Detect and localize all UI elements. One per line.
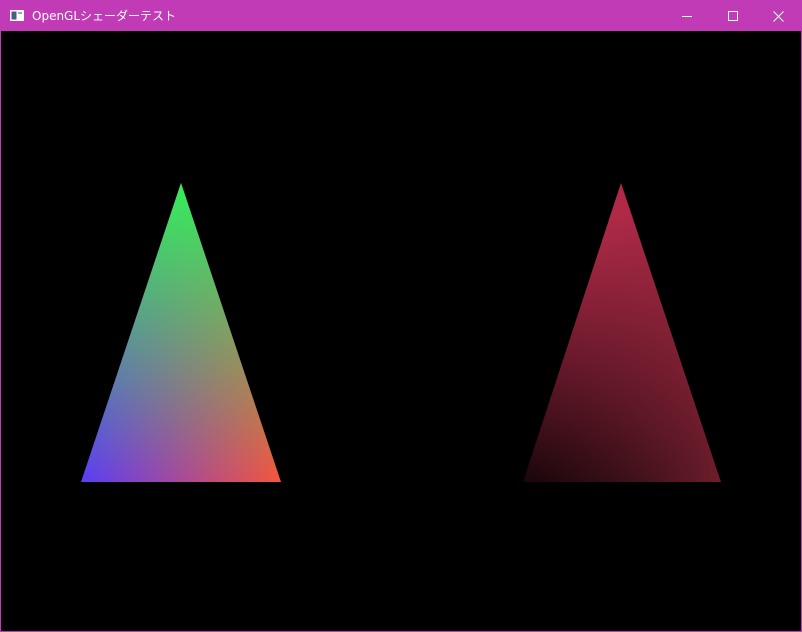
close-button[interactable] (755, 1, 801, 31)
triangle-canvas (81, 183, 721, 482)
app-window: OpenGLシェーダーテスト (0, 0, 802, 632)
maximize-icon (728, 11, 738, 21)
maximize-button[interactable] (710, 1, 756, 31)
app-icon (10, 10, 24, 21)
close-icon (772, 10, 784, 22)
title-bar[interactable]: OpenGLシェーダーテスト (1, 1, 801, 31)
red-gradient-triangle (523, 183, 721, 482)
minimize-icon (682, 16, 692, 17)
minimize-button[interactable] (664, 1, 710, 31)
vertex-color-triangle (81, 183, 281, 482)
window-title: OpenGLシェーダーテスト (32, 9, 177, 23)
opengl-viewport[interactable] (1, 31, 801, 631)
